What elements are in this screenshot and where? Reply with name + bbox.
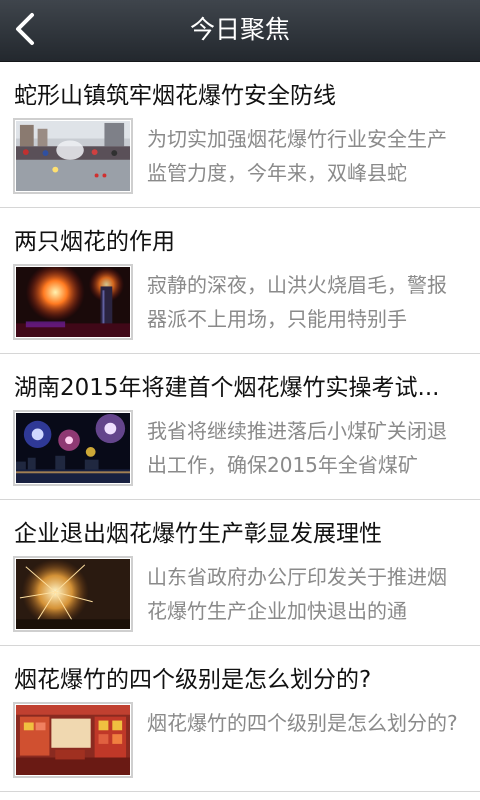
page-title: 今日聚焦	[189, 15, 290, 44]
article-thumbnail[interactable]	[13, 556, 133, 632]
article-thumbnail[interactable]	[13, 410, 133, 486]
article-title[interactable]: 烟花爆竹的四个级别是怎么划分的?	[14, 660, 466, 694]
list-item[interactable]: 烟花爆竹的四个级别是怎么划分的? 烟花爆竹的四个级别是怎么划分的?	[0, 646, 480, 792]
article-summary: 我省将继续推进落后小煤矿关闭退出工作，确保2015年全省煤矿	[147, 419, 447, 477]
list-item[interactable]: 两只烟花的作用 寂静的深夜，山洪火烧眉毛，警报器派不上用场，只能用特别手	[0, 208, 480, 354]
skyline-fireworks-photo-icon	[16, 413, 130, 483]
article-title[interactable]: 两只烟花的作用	[14, 222, 466, 256]
list-item[interactable]: 企业退出烟花爆竹生产彰显发展理性 山东省政府办公厅印发关于推进烟花爆竹生产企业加…	[0, 500, 480, 646]
article-title[interactable]: 湖南2015年将建首个烟花爆竹实操考试...	[14, 368, 466, 402]
article-thumbnail[interactable]	[13, 118, 133, 194]
article-thumbnail[interactable]	[13, 702, 133, 778]
street-fireworks-photo-icon	[16, 121, 130, 191]
article-title[interactable]: 蛇形山镇筑牢烟花爆竹安全防线	[14, 76, 466, 110]
night-fireworks-building-photo-icon	[16, 267, 130, 337]
top-bar: 今日聚焦	[0, 0, 480, 62]
article-list: 蛇形山镇筑牢烟花爆竹安全防线 为切实加强烟花爆竹行业安全生产监管力度，今年来，双…	[0, 62, 480, 792]
article-summary: 烟花爆竹的四个级别是怎么划分的?	[147, 711, 458, 735]
article-summary: 寂静的深夜，山洪火烧眉毛，警报器派不上用场，只能用特别手	[147, 273, 447, 331]
article-title[interactable]: 企业退出烟花爆竹生产彰显发展理性	[14, 514, 466, 548]
article-thumbnail[interactable]	[13, 264, 133, 340]
list-item[interactable]: 湖南2015年将建首个烟花爆竹实操考试... 我省将继续推进落后小煤矿关闭退出工…	[0, 354, 480, 500]
sparkler-burst-photo-icon	[16, 559, 130, 629]
fireworks-shop-photo-icon	[16, 705, 130, 775]
article-summary: 山东省政府办公厅印发关于推进烟花爆竹生产企业加快退出的通	[147, 565, 447, 623]
list-item[interactable]: 蛇形山镇筑牢烟花爆竹安全防线 为切实加强烟花爆竹行业安全生产监管力度，今年来，双…	[0, 62, 480, 208]
article-summary: 为切实加强烟花爆竹行业安全生产监管力度，今年来，双峰县蛇	[147, 127, 447, 185]
